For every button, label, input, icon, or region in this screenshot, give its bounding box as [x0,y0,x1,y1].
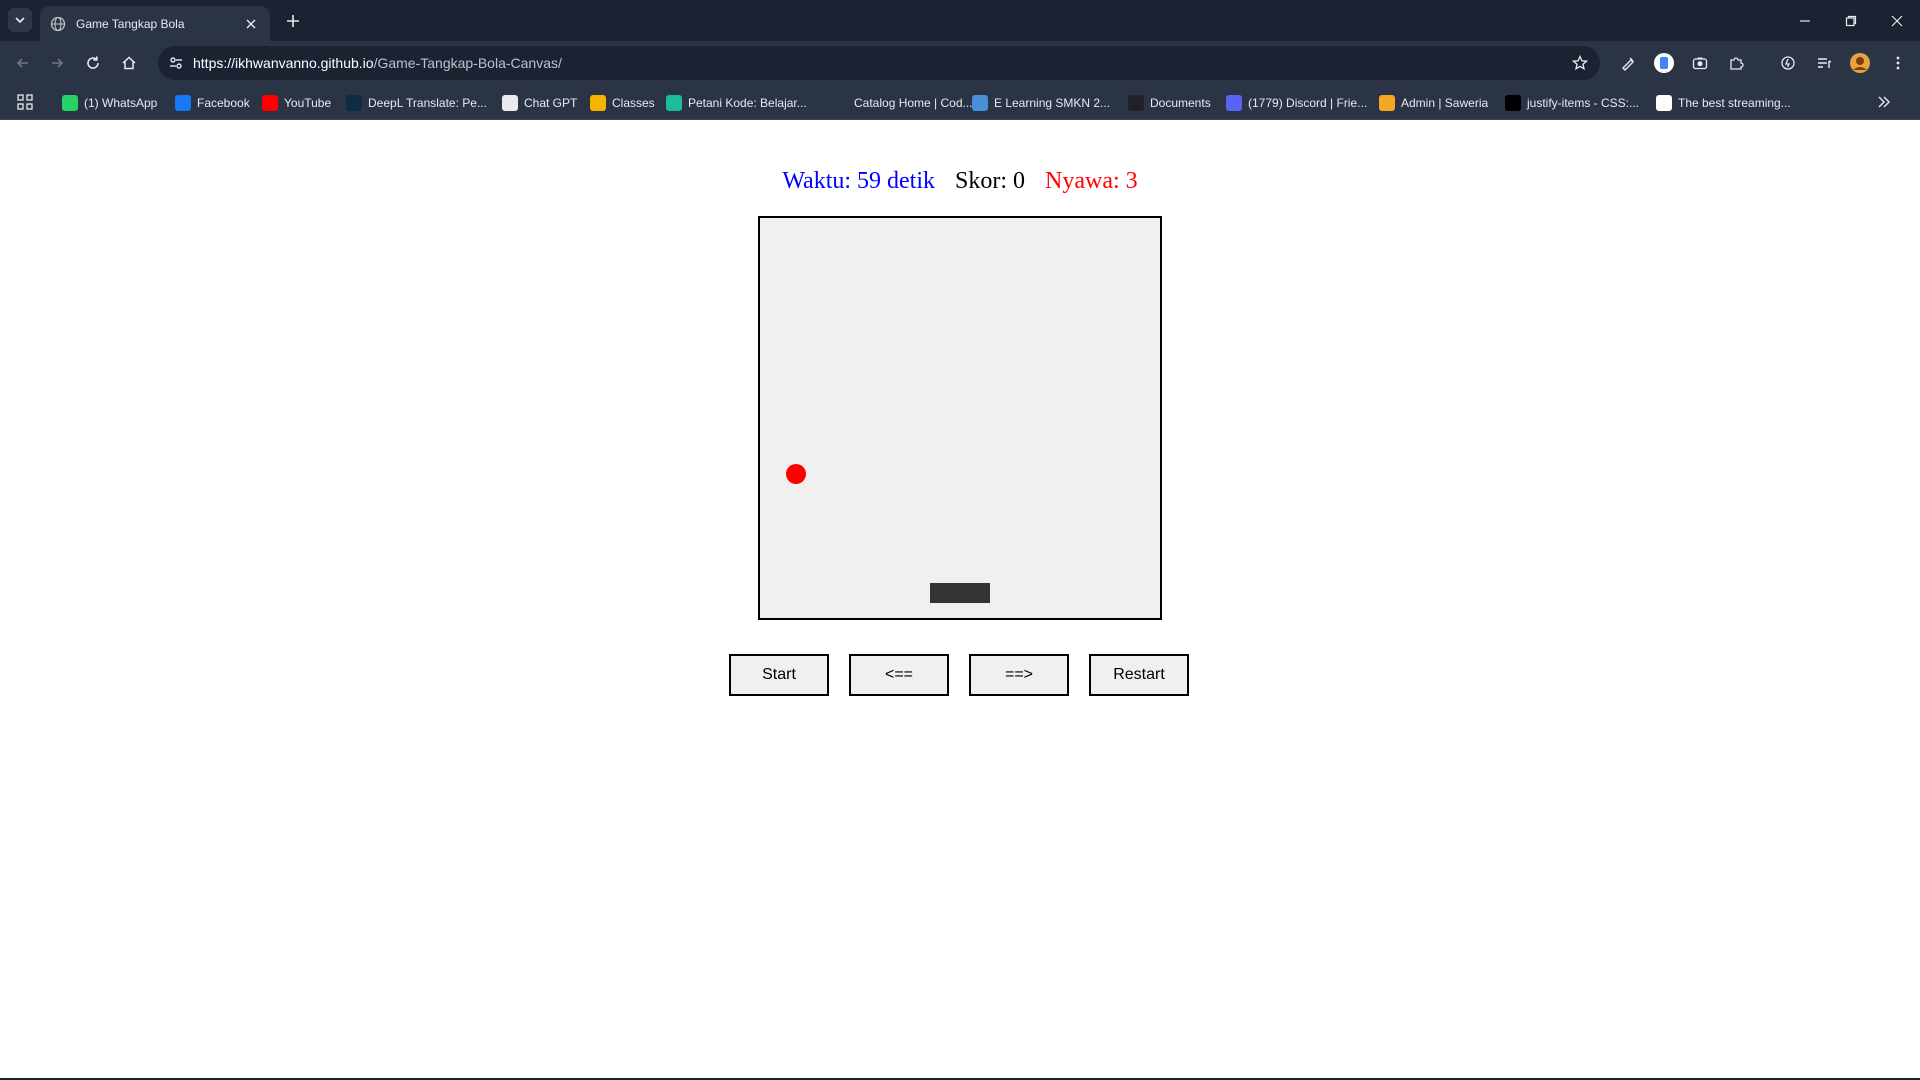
performance-icon[interactable] [1776,51,1800,75]
tab-search-button[interactable] [8,8,32,32]
bookmark-label: (1779) Discord | Frie... [1248,96,1368,110]
bookmark-label: justify-items - CSS:... [1527,96,1640,110]
move-left-button[interactable]: <== [849,654,949,696]
discord-icon [1226,95,1242,111]
extensions-puzzle-icon[interactable] [1724,51,1748,75]
codecademy-icon [832,95,848,111]
bookmark-label: Chat GPT [524,96,578,110]
bookmark-label: Catalog Home | Cod... [854,96,973,110]
chatgpt-icon [502,95,518,111]
active-tab[interactable]: Game Tangkap Bola [40,6,270,41]
chevron-down-icon [15,17,25,24]
bookmark-star-icon[interactable] [1570,53,1590,73]
bookmark-item[interactable]: Documents [1128,93,1211,113]
mdn-icon [1505,95,1521,111]
petanikode-icon [666,95,682,111]
tab-strip: Game Tangkap Bola [0,0,1920,41]
reload-icon [87,56,99,69]
pen-extension-icon[interactable] [1616,51,1640,75]
game-controls: Start <== ==> Restart [729,654,1189,696]
globe-icon [50,16,66,31]
documents-icon [1128,95,1144,111]
new-tab-button[interactable] [282,10,304,32]
arrow-right-icon [52,58,64,68]
bookmarks-bar: (1) WhatsApp Facebook YouTube DeepL Transla… [0,85,1920,120]
bookmark-item[interactable]: Facebook [175,93,250,113]
bookmark-item[interactable]: Admin | Saweria [1379,93,1488,113]
bookmark-item[interactable]: Petani Kode: Belajar... [666,93,807,113]
elearning-icon [972,95,988,111]
youtube-icon [262,95,278,111]
restore-icon [1845,15,1857,26]
home-icon [122,56,136,70]
bookmark-item[interactable]: DeepL Translate: Pe... [346,93,487,113]
deepl-icon [346,95,362,111]
profile-avatar[interactable] [1848,51,1872,75]
bookmark-label: Documents [1150,96,1211,110]
reload-button[interactable] [80,50,106,76]
tab-close-icon[interactable] [242,15,260,33]
ball [786,464,806,484]
url-text: https://ikhwanvanno.github.io/Game-Tangk… [193,55,562,71]
browser-toolbar: https://ikhwanvanno.github.io/Game-Tangk… [0,41,1920,85]
bookmark-item[interactable]: Catalog Home | Cod... [832,93,973,113]
bookmark-label: Facebook [197,96,250,110]
google-translate-extension-icon[interactable] [1652,51,1676,75]
bookmark-label: DeepL Translate: Pe... [368,96,487,110]
back-button[interactable] [10,50,36,76]
bookmark-label: Admin | Saweria [1401,96,1489,110]
url-host: https://ikhwanvanno.github.io [193,55,374,71]
arrow-left-icon [16,58,28,68]
bookmark-label: Classes [612,96,655,110]
chevron-double-right-icon[interactable] [1876,94,1892,110]
restart-button[interactable]: Restart [1089,654,1189,696]
paddle [930,583,990,603]
plus-icon [287,15,299,27]
browser-menu-icon[interactable] [1886,51,1910,75]
bookmark-label: E Learning SMKN 2... [994,96,1111,110]
move-right-button[interactable]: ==> [969,654,1069,696]
bookmark-item[interactable]: (1) WhatsApp [62,93,157,113]
address-bar[interactable]: https://ikhwanvanno.github.io/Game-Tangk… [158,46,1600,80]
bookmark-item[interactable]: The best streaming... [1656,93,1791,113]
facebook-icon [175,95,191,111]
media-control-icon[interactable] [1812,51,1836,75]
bookmark-label: Petani Kode: Belajar... [688,96,807,110]
saweria-icon [1379,95,1395,111]
close-window-button[interactable] [1874,0,1920,41]
bookmark-item[interactable]: YouTube [262,93,331,113]
minimize-button[interactable] [1782,0,1828,41]
apps-grid-icon[interactable] [16,93,34,111]
bookmark-item[interactable]: Classes [590,93,655,113]
lives-display: Nyawa: 3 [1045,168,1138,194]
site-info-icon[interactable] [166,53,186,73]
bookmark-label: (1) WhatsApp [84,96,158,110]
bookmark-label: YouTube [284,96,332,110]
forward-button[interactable] [44,50,70,76]
url-path: /Game-Tangkap-Bola-Canvas/ [373,55,562,71]
game-stats: Waktu: 59 detik Skor: 0 Nyawa: 3 [0,168,1920,195]
start-button[interactable]: Start [729,654,829,696]
streaming-icon [1656,95,1672,111]
game-page: Waktu: 59 detik Skor: 0 Nyawa: 3 Start <… [0,121,1920,1078]
bookmark-item[interactable]: justify-items - CSS:... [1505,93,1639,113]
bookmark-label: The best streaming... [1678,96,1791,110]
close-icon [1891,15,1903,26]
time-display: Waktu: 59 detik [782,168,936,194]
minimize-icon [1800,19,1810,22]
bookmark-item[interactable]: (1779) Discord | Frie... [1226,93,1367,113]
restore-button[interactable] [1828,0,1874,41]
bookmark-item[interactable]: E Learning SMKN 2... [972,93,1110,113]
game-canvas[interactable] [758,216,1162,620]
tab-title: Game Tangkap Bola [76,16,185,31]
camera-extension-icon[interactable] [1688,51,1712,75]
score-display: Skor: 0 [955,168,1026,194]
whatsapp-icon [62,95,78,111]
bookmark-item[interactable]: Chat GPT [502,93,577,113]
classroom-icon [590,95,606,111]
home-button[interactable] [116,50,142,76]
